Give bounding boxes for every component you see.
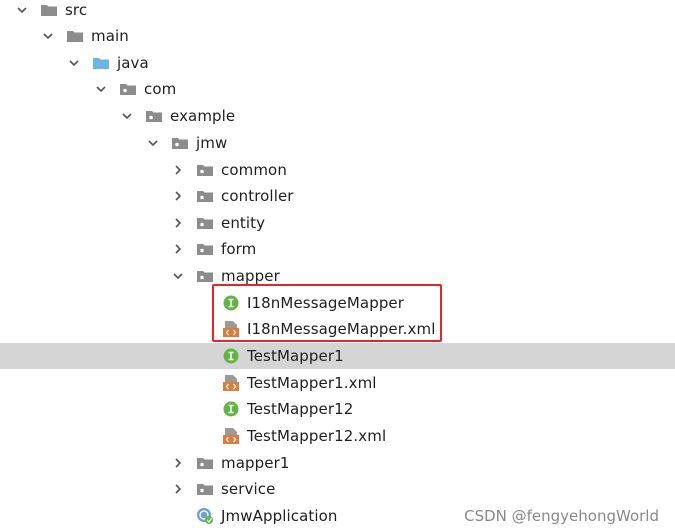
folder-icon: [66, 27, 84, 45]
package-icon: [196, 161, 214, 179]
tree-node-label: TestMapper1: [247, 347, 344, 365]
chevron-down-icon[interactable]: [16, 4, 28, 16]
source-folder-icon: [92, 54, 110, 72]
tree-node-src[interactable]: src: [0, 0, 675, 23]
tree-node-label: com: [144, 80, 177, 98]
tree-node-label: mapper: [221, 267, 280, 285]
tree-node-label: I18nMessageMapper: [247, 294, 405, 312]
package-icon: [196, 240, 214, 258]
chevron-right-icon[interactable]: [172, 217, 184, 229]
chevron-down-icon[interactable]: [95, 83, 107, 95]
tree-node-jmw[interactable]: jmw: [0, 130, 675, 156]
tree-node-entity[interactable]: entity: [0, 210, 675, 236]
chevron-right-icon[interactable]: [172, 243, 184, 255]
chevron-down-icon[interactable]: [68, 57, 80, 69]
tree-node-label: common: [221, 161, 287, 179]
tree-node-label: jmw: [196, 134, 228, 152]
tree-node-java[interactable]: java: [0, 50, 675, 76]
tree-node-test-mapper12-xml[interactable]: TestMapper12.xml: [0, 423, 675, 449]
tree-node-label: example: [170, 107, 236, 125]
watermark-text: CSDN @fengyehongWorld: [464, 507, 659, 525]
tree-node-label: mapper1: [221, 454, 290, 472]
tree-node-test-mapper1[interactable]: TestMapper1: [0, 343, 675, 369]
tree-node-com[interactable]: com: [0, 76, 675, 102]
tree-node-label: controller: [221, 187, 294, 205]
package-icon: [171, 134, 189, 152]
chevron-down-icon[interactable]: [121, 110, 133, 122]
chevron-right-icon[interactable]: [172, 483, 184, 495]
interface-icon: [222, 400, 240, 418]
package-icon: [196, 480, 214, 498]
tree-node-label: TestMapper12: [247, 400, 354, 418]
tree-node-label: main: [91, 27, 129, 45]
package-icon: [196, 454, 214, 472]
package-icon: [119, 80, 137, 98]
chevron-down-icon[interactable]: [147, 137, 159, 149]
chevron-right-icon[interactable]: [172, 164, 184, 176]
chevron-down-icon[interactable]: [172, 270, 184, 282]
package-icon: [196, 214, 214, 232]
tree-node-main[interactable]: main: [0, 23, 675, 49]
tree-node-label: src: [65, 1, 88, 19]
project-tree: src main java com example jmw common con…: [0, 0, 675, 531]
tree-node-test-mapper12[interactable]: TestMapper12: [0, 396, 675, 422]
package-icon: [196, 187, 214, 205]
tree-node-label: java: [117, 54, 149, 72]
tree-node-label: TestMapper12.xml: [247, 427, 387, 445]
tree-node-i18n-mapper-xml[interactable]: I18nMessageMapper.xml: [0, 316, 675, 342]
tree-node-label: I18nMessageMapper.xml: [247, 320, 436, 338]
package-icon: [196, 267, 214, 285]
xml-file-icon: [222, 374, 240, 392]
tree-node-service[interactable]: service: [0, 476, 675, 502]
xml-file-icon: [222, 320, 240, 338]
tree-node-form[interactable]: form: [0, 236, 675, 262]
package-icon: [145, 107, 163, 125]
tree-node-label: JmwApplication: [221, 507, 338, 525]
tree-node-label: TestMapper1.xml: [247, 374, 377, 392]
xml-file-icon: [222, 427, 240, 445]
chevron-down-icon[interactable]: [42, 30, 54, 42]
tree-node-label: form: [221, 240, 257, 258]
chevron-right-icon[interactable]: [172, 190, 184, 202]
tree-node-mapper1[interactable]: mapper1: [0, 450, 675, 476]
folder-icon: [40, 1, 58, 19]
interface-icon: [222, 347, 240, 365]
interface-icon: [222, 294, 240, 312]
tree-node-i18n-mapper[interactable]: I18nMessageMapper: [0, 290, 675, 316]
tree-node-controller[interactable]: controller: [0, 183, 675, 209]
tree-node-label: service: [221, 480, 276, 498]
chevron-right-icon[interactable]: [172, 457, 184, 469]
spring-boot-app-icon: [196, 507, 214, 525]
tree-node-label: entity: [221, 214, 266, 232]
tree-node-common[interactable]: common: [0, 157, 675, 183]
tree-node-mapper[interactable]: mapper: [0, 263, 675, 289]
tree-node-test-mapper1-xml[interactable]: TestMapper1.xml: [0, 370, 675, 396]
tree-node-example[interactable]: example: [0, 103, 675, 129]
